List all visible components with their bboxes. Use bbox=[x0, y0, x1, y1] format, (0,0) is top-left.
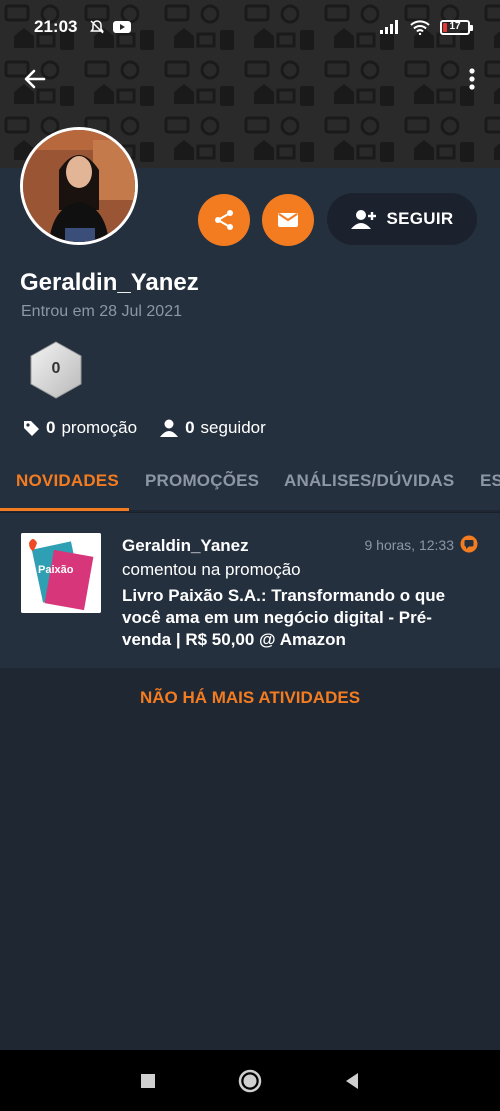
activity-promotion-title[interactable]: Livro Paixão S.A.: Transformando o que v… bbox=[122, 585, 452, 651]
home-icon[interactable] bbox=[237, 1068, 263, 1094]
profile-username: Geraldin_Yanez bbox=[20, 269, 199, 296]
book-cover-image: Paixão bbox=[21, 533, 101, 613]
active-tab-indicator bbox=[0, 508, 129, 511]
status-bar: 21:03 17 bbox=[0, 0, 500, 54]
status-time: 21:03 bbox=[34, 17, 78, 36]
battery-level: 17 bbox=[449, 21, 461, 32]
more-options-icon[interactable] bbox=[462, 64, 482, 94]
follow-button[interactable]: SEGUIR bbox=[327, 193, 477, 245]
battery-icon: 17 bbox=[440, 19, 473, 35]
bell-off-icon bbox=[90, 20, 105, 34]
back-arrow-icon[interactable] bbox=[20, 64, 50, 94]
message-button[interactable] bbox=[262, 194, 314, 246]
avatar-photo bbox=[23, 130, 135, 242]
tab-promocoes[interactable]: PROMOÇÕES bbox=[145, 452, 259, 510]
tag-icon bbox=[24, 421, 39, 436]
activity-item[interactable]: Paixão Geraldin_Yanez 9 horas, 12:33 com… bbox=[0, 512, 500, 668]
tab-analises-duvidas[interactable]: ANÁLISES/DÚVIDAS bbox=[284, 452, 454, 510]
profile-joined-date: Entrou em 28 Jul 2021 bbox=[21, 303, 182, 320]
follow-label: SEGUIR bbox=[386, 209, 454, 228]
signal-icon bbox=[380, 20, 398, 34]
youtube-icon bbox=[113, 21, 132, 33]
promotions-stat[interactable]: 0 promoção bbox=[22, 418, 137, 438]
followers-count: 0 bbox=[185, 418, 195, 437]
promotion-thumbnail[interactable]: Paixão bbox=[21, 533, 101, 613]
tab-novidades[interactable]: NOVIDADES bbox=[16, 452, 119, 510]
comment-icon bbox=[460, 535, 478, 553]
book-cover-title: Paixão bbox=[38, 564, 74, 576]
promotions-label: promoção bbox=[61, 418, 138, 437]
system-navigation-bar bbox=[0, 1050, 500, 1111]
profile-stats: 0 promoção 0 seguidor bbox=[22, 418, 288, 438]
level-value: 0 bbox=[51, 360, 61, 377]
recent-apps-icon[interactable] bbox=[135, 1068, 161, 1094]
followers-label: seguidor bbox=[200, 418, 266, 437]
activity-user[interactable]: Geraldin_Yanez bbox=[122, 536, 249, 556]
activity-time: 9 horas, 12:33 bbox=[364, 537, 454, 553]
share-icon bbox=[215, 210, 233, 230]
wifi-icon bbox=[410, 19, 430, 35]
share-button[interactable] bbox=[198, 194, 250, 246]
tab-more[interactable]: ES bbox=[480, 452, 500, 510]
promotions-count: 0 bbox=[46, 418, 56, 437]
person-icon bbox=[160, 419, 179, 437]
back-icon[interactable] bbox=[339, 1068, 365, 1094]
followers-stat[interactable]: 0 seguidor bbox=[159, 418, 266, 438]
add-person-icon bbox=[350, 210, 376, 229]
avatar[interactable] bbox=[20, 127, 138, 245]
mail-icon bbox=[278, 213, 298, 227]
activity-verb: comentou na promoção bbox=[122, 560, 301, 579]
profile-tabs: NOVIDADES PROMOÇÕES ANÁLISES/DÚVIDAS ES bbox=[0, 452, 500, 510]
no-more-activities: NÃO HÁ MAIS ATIVIDADES bbox=[139, 688, 361, 707]
